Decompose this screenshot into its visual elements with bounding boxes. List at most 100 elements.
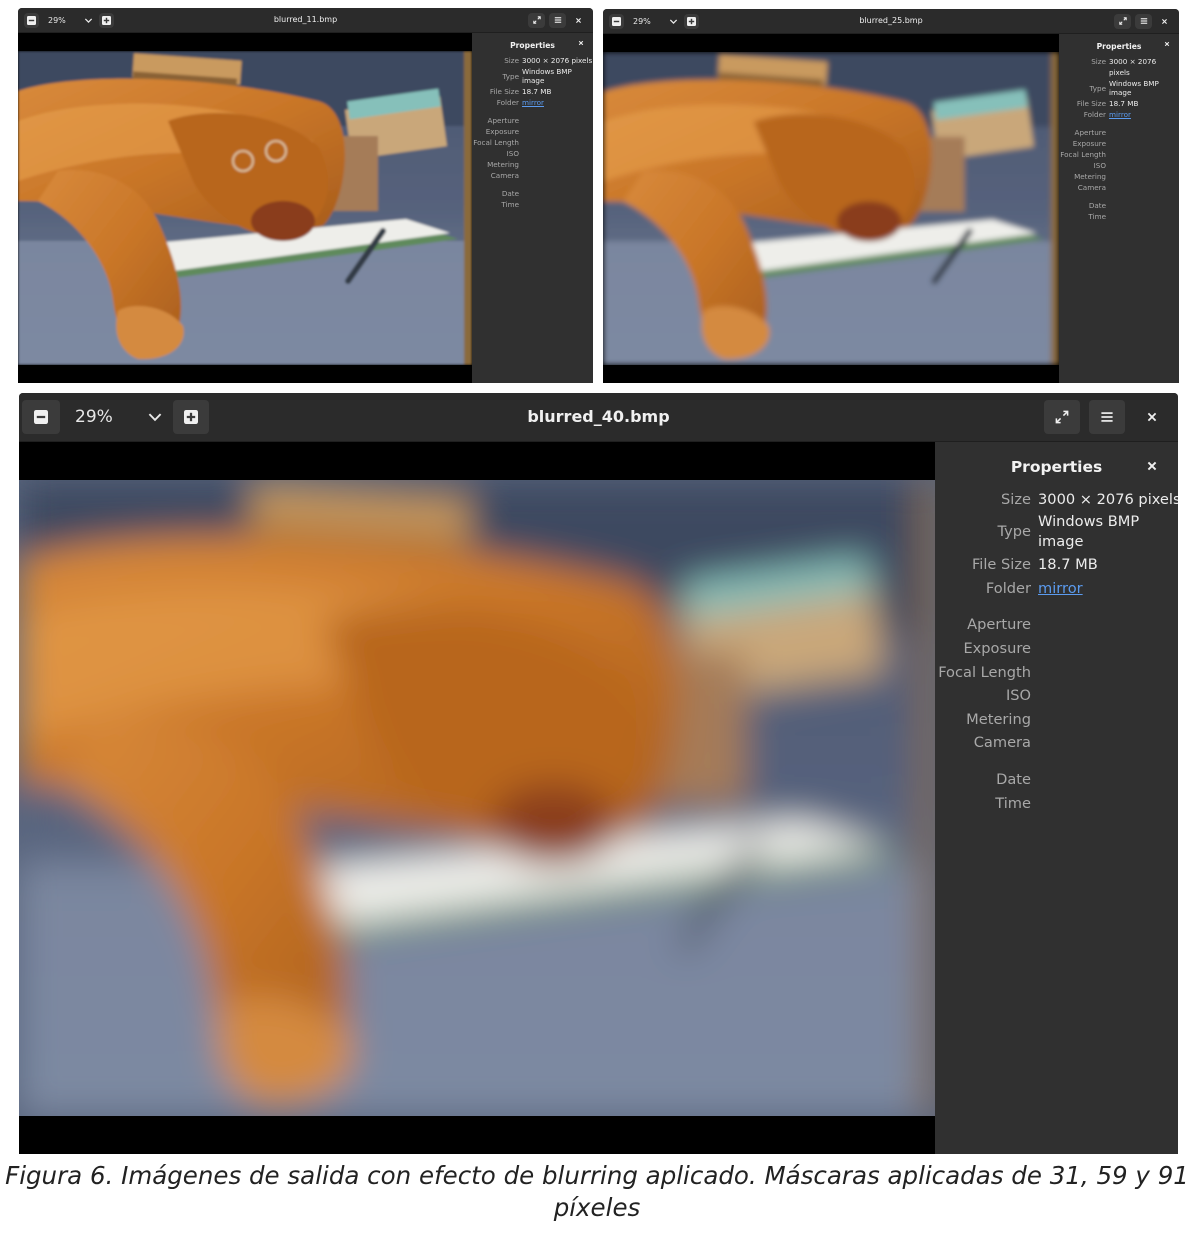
dog-photo — [603, 52, 1059, 365]
property-label: Exposure — [485, 127, 519, 136]
property-label: ISO — [1005, 687, 1031, 705]
zoom-out-button[interactable] — [24, 12, 39, 28]
zoom-in-button[interactable] — [172, 400, 209, 434]
zoom-in-button[interactable] — [683, 13, 699, 29]
property-exposure: Exposure — [472, 126, 593, 137]
close-window-button[interactable] — [1134, 400, 1170, 434]
menu-button[interactable] — [1089, 400, 1125, 434]
zoom-out-button[interactable] — [22, 400, 60, 434]
property-label: File Size — [971, 556, 1031, 574]
property-label: Size — [1001, 490, 1031, 508]
close-icon — [1147, 461, 1157, 471]
property-time: Time — [935, 792, 1178, 816]
property-label: Camera — [1077, 183, 1106, 192]
minus-square-icon — [34, 410, 48, 424]
image-canvas[interactable] — [603, 34, 1059, 383]
property-iso: ISO — [935, 684, 1178, 708]
property-value: 3000 × 2076 pixels — [1109, 57, 1157, 77]
plus-square-icon — [101, 15, 111, 25]
properties-header: Properties — [1059, 41, 1179, 52]
zoom-level[interactable]: 29% — [633, 17, 651, 26]
menu-button[interactable] — [549, 12, 566, 28]
zoom-controls: 29% — [19, 393, 209, 441]
property-label: Date — [1088, 201, 1106, 210]
property-date: Date — [472, 188, 593, 199]
property-value: 3000 × 2076 pixels — [522, 56, 593, 65]
zoom-controls: 29% — [603, 9, 699, 33]
headerbar-actions — [1044, 393, 1178, 441]
property-camera: Camera — [472, 170, 593, 181]
folder-link[interactable]: mirror — [1109, 110, 1131, 119]
minus-square-icon — [27, 15, 36, 25]
property-label: File Size — [489, 87, 519, 96]
chevron-down-icon[interactable] — [147, 409, 163, 425]
property-metering: Metering — [1059, 171, 1179, 182]
zoom-controls: 29% — [18, 8, 114, 32]
folder-link[interactable]: mirror — [522, 98, 544, 107]
property-file-size: File Size 18.7 MB — [935, 553, 1178, 577]
folder-link[interactable]: mirror — [1038, 580, 1083, 597]
property-label: Date — [501, 189, 519, 198]
close-panel-button[interactable] — [578, 40, 584, 46]
fullscreen-button[interactable] — [528, 12, 545, 28]
zoom-out-button[interactable] — [609, 13, 624, 29]
property-date: Date — [935, 768, 1178, 792]
image-canvas[interactable] — [18, 33, 472, 383]
property-metering: Metering — [935, 708, 1178, 732]
property-date: Date — [1059, 200, 1179, 211]
fullscreen-button[interactable] — [1114, 13, 1131, 29]
zoom-in-button[interactable] — [98, 12, 114, 28]
close-panel-button[interactable] — [1164, 41, 1170, 47]
hamburger-menu-icon — [1101, 412, 1113, 422]
properties-header: Properties — [935, 456, 1178, 480]
property-value: 18.7 MB — [1038, 556, 1098, 574]
property-label: Size — [1091, 57, 1106, 66]
properties-panel: Properties Size 3000 × 2076 pixels Type Wi… — [1059, 34, 1179, 383]
zoom-level[interactable]: 29% — [75, 407, 113, 427]
image-viewer-window-3: 29% blurred_40.bmp Properties Size 3000 … — [19, 393, 1178, 1154]
property-focal-length: Focal Length — [935, 661, 1178, 685]
property-folder: Folder mirror — [472, 97, 593, 108]
property-folder: Folder mirror — [935, 577, 1178, 601]
close-window-button[interactable] — [570, 13, 587, 28]
close-icon — [576, 17, 581, 23]
property-time: Time — [472, 199, 593, 210]
headerbar: 29% blurred_25.bmp — [603, 9, 1179, 34]
property-iso: ISO — [1059, 160, 1179, 171]
close-window-button[interactable] — [1156, 14, 1173, 29]
property-iso: ISO — [472, 148, 593, 159]
headerbar-actions — [528, 8, 593, 32]
property-exposure: Exposure — [935, 637, 1178, 661]
menu-button[interactable] — [1135, 13, 1152, 29]
property-label: Folder — [1083, 110, 1106, 119]
dog-photo — [18, 51, 472, 365]
image-canvas[interactable] — [19, 442, 935, 1154]
property-aperture: Aperture — [472, 115, 593, 126]
property-label: Metering — [1074, 172, 1106, 181]
property-aperture: Aperture — [935, 613, 1178, 637]
fullscreen-button[interactable] — [1044, 400, 1080, 434]
properties-title: Properties — [510, 41, 555, 50]
property-label: Aperture — [487, 116, 519, 125]
headerbar: 29% blurred_11.bmp — [18, 8, 593, 33]
property-exposure: Exposure — [1059, 138, 1179, 149]
property-label: Type — [502, 71, 519, 81]
property-label: Time — [1088, 212, 1106, 221]
property-value: Windows BMP image — [1038, 513, 1140, 551]
close-panel-button[interactable] — [1146, 460, 1158, 472]
property-label: File Size — [1076, 99, 1106, 108]
property-focal-length: Focal Length — [1059, 149, 1179, 160]
figure-caption: Figura 6. Imágenes de salida con efecto … — [5, 1161, 1189, 1222]
zoom-level[interactable]: 29% — [48, 16, 66, 25]
property-value: 18.7 MB — [522, 87, 552, 96]
property-value: 3000 × 2076 pixels — [1038, 490, 1178, 508]
property-metering: Metering — [472, 159, 593, 170]
property-label: Focal Length — [1060, 150, 1106, 159]
property-label: Type — [997, 523, 1031, 541]
dog-photo — [19, 480, 935, 1116]
properties-header: Properties — [472, 40, 593, 51]
property-file-size: File Size 18.7 MB — [1059, 98, 1179, 109]
chevron-down-icon[interactable] — [669, 17, 678, 26]
property-label: ISO — [1093, 161, 1106, 170]
chevron-down-icon[interactable] — [84, 16, 93, 25]
